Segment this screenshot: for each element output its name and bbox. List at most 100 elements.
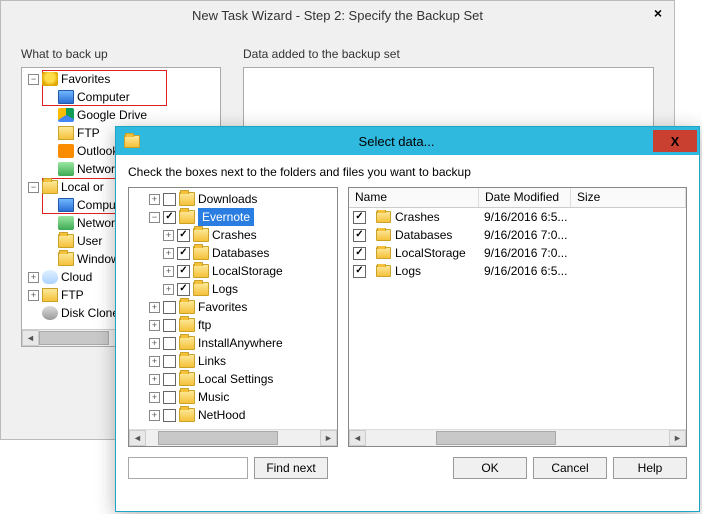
list-row[interactable]: LocalStorage9/16/2016 7:0... [349, 244, 686, 262]
tree-item-logs[interactable]: Logs [212, 280, 238, 298]
tree-item-diskclone[interactable]: Disk Clone [61, 304, 119, 322]
cancel-button[interactable]: Cancel [533, 457, 607, 479]
expander-plus-icon[interactable]: + [163, 266, 174, 277]
expander-plus-icon[interactable]: + [149, 302, 160, 313]
row-name: Logs [395, 264, 421, 278]
search-input[interactable] [128, 457, 248, 479]
diskclone-icon [42, 306, 58, 320]
list-row[interactable]: Databases9/16/2016 7:0... [349, 226, 686, 244]
expander-plus-icon[interactable]: + [149, 356, 160, 367]
expander-plus-icon[interactable]: + [149, 338, 160, 349]
close-icon[interactable]: × [654, 5, 662, 21]
tree-item-user[interactable]: User [77, 232, 102, 250]
expander-plus-icon[interactable]: + [163, 284, 174, 295]
scroll-right-icon[interactable]: ► [669, 430, 686, 446]
scroll-left-icon[interactable]: ◄ [349, 430, 366, 446]
help-button[interactable]: Help [613, 457, 687, 479]
expander-plus-icon[interactable]: + [149, 194, 160, 205]
what-to-backup-label: What to back up [21, 47, 221, 61]
folder-icon [376, 247, 391, 259]
checkbox[interactable] [163, 409, 176, 422]
scroll-left-icon[interactable]: ◄ [22, 330, 39, 346]
checkbox[interactable] [163, 211, 176, 224]
folder-icon [193, 264, 209, 278]
scrollbar-horizontal[interactable]: ◄ ► [129, 429, 337, 446]
expander-plus-icon[interactable]: + [28, 290, 39, 301]
folder-icon [179, 390, 195, 404]
checkbox[interactable] [163, 355, 176, 368]
checkbox[interactable] [353, 211, 366, 224]
expander-plus-icon[interactable]: + [149, 410, 160, 421]
close-button[interactable]: X [653, 130, 697, 152]
tree-item-gdrive[interactable]: Google Drive [77, 106, 147, 124]
tree-item-ftp[interactable]: FTP [77, 124, 100, 142]
checkbox[interactable] [177, 229, 190, 242]
scrollbar-horizontal[interactable]: ◄ ► [349, 429, 686, 446]
checkbox[interactable] [163, 391, 176, 404]
expander-plus-icon[interactable]: + [149, 320, 160, 331]
column-date[interactable]: Date Modified [479, 188, 571, 207]
folder-icon [179, 210, 195, 224]
folder-icon [179, 354, 195, 368]
checkbox[interactable] [353, 265, 366, 278]
cloud-icon [42, 270, 58, 284]
expander-minus-icon[interactable]: − [28, 182, 39, 193]
modal-titlebar[interactable]: Select data... X [116, 127, 699, 155]
folder-icon [179, 300, 195, 314]
tree-item-favorites[interactable]: Favorites [198, 298, 247, 316]
tree-item-evernote[interactable]: Evernote [198, 208, 254, 226]
checkbox[interactable] [163, 301, 176, 314]
list-header[interactable]: Name Date Modified Size [349, 188, 686, 208]
checkbox[interactable] [163, 373, 176, 386]
checkbox[interactable] [163, 193, 176, 206]
folder-icon [179, 318, 195, 332]
tree-item-ftp[interactable]: ftp [198, 316, 211, 334]
row-date: 9/16/2016 6:5... [478, 210, 570, 224]
checkbox[interactable] [163, 319, 176, 332]
tree-item-crashes[interactable]: Crashes [212, 226, 257, 244]
scroll-left-icon[interactable]: ◄ [129, 430, 146, 446]
favorites-icon [42, 72, 58, 86]
computer-icon [58, 198, 74, 212]
tree-item-links[interactable]: Links [198, 352, 226, 370]
expander-plus-icon[interactable]: + [28, 272, 39, 283]
column-size[interactable]: Size [571, 188, 686, 207]
expander-plus-icon[interactable]: + [149, 374, 160, 385]
tree-item-localstorage[interactable]: LocalStorage [212, 262, 283, 280]
expander-minus-icon[interactable]: − [149, 212, 160, 223]
tree-item-favorites[interactable]: Favorites [61, 70, 110, 88]
checkbox[interactable] [177, 265, 190, 278]
ok-button[interactable]: OK [453, 457, 527, 479]
checkbox[interactable] [177, 247, 190, 260]
list-row[interactable]: Crashes9/16/2016 6:5... [349, 208, 686, 226]
tree-item-downloads[interactable]: Downloads [198, 190, 257, 208]
outlook-icon [58, 144, 74, 158]
tree-item-nethood[interactable]: NetHood [198, 406, 245, 424]
tree-item-local[interactable]: Local or [61, 178, 104, 196]
gdrive-icon [58, 108, 74, 122]
list-row[interactable]: Logs9/16/2016 6:5... [349, 262, 686, 280]
tree-item-ftp2[interactable]: FTP [61, 286, 84, 304]
tree-item-music[interactable]: Music [198, 388, 229, 406]
ftp-icon [58, 126, 74, 140]
tree-item-cloud[interactable]: Cloud [61, 268, 92, 286]
tree-item-localsettings[interactable]: Local Settings [198, 370, 273, 388]
file-list[interactable]: Name Date Modified Size Crashes9/16/2016… [348, 187, 687, 447]
tree-item-databases[interactable]: Databases [212, 244, 269, 262]
checkbox[interactable] [353, 229, 366, 242]
find-next-button[interactable]: Find next [254, 457, 328, 479]
tree-item-computer[interactable]: Computer [77, 88, 130, 106]
expander-plus-icon[interactable]: + [149, 392, 160, 403]
column-name[interactable]: Name [349, 188, 479, 207]
folder-icon [179, 336, 195, 350]
folder-tree[interactable]: + Downloads − Evernote + Crashes + Databases… [128, 187, 338, 447]
tree-item-outlook[interactable]: Outlook [77, 142, 118, 160]
checkbox[interactable] [177, 283, 190, 296]
expander-minus-icon[interactable]: − [28, 74, 39, 85]
scroll-right-icon[interactable]: ► [320, 430, 337, 446]
checkbox[interactable] [163, 337, 176, 350]
tree-item-installanywhere[interactable]: InstallAnywhere [198, 334, 283, 352]
expander-plus-icon[interactable]: + [163, 230, 174, 241]
expander-plus-icon[interactable]: + [163, 248, 174, 259]
checkbox[interactable] [353, 247, 366, 260]
